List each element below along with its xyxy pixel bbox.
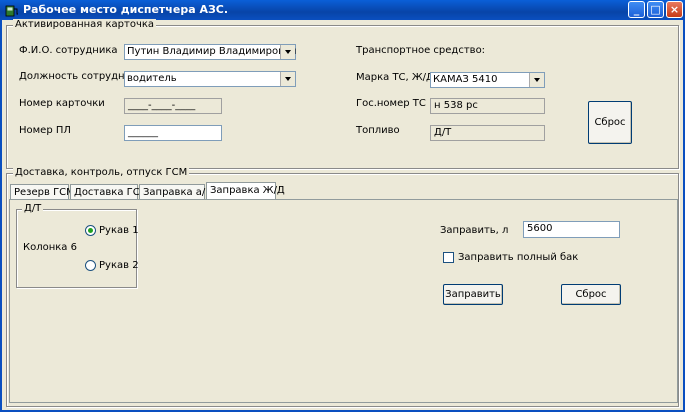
plate-label: Гос.номер ТС [356,98,426,109]
chevron-down-icon[interactable] [280,72,295,86]
tab-delivery[interactable]: Доставка ГСМ [70,184,148,200]
card-number-label: Номер карточки [19,98,105,109]
vehicle-brand-value: КАМАЗ 5410 [433,74,498,85]
maximize-icon: □ [650,3,661,16]
column-label: Колонка 6 [23,242,77,253]
employee-name-select[interactable]: Путин Владимир Владимирович [124,44,296,60]
window-title: Рабочее место диспетчера АЗС. [23,3,229,16]
title-bar: Рабочее место диспетчера АЗС. _ □ × [0,0,685,20]
chevron-down-icon[interactable] [529,73,544,87]
close-button[interactable]: × [666,1,683,18]
position-select[interactable]: водитель [124,71,296,87]
delivery-reset-button[interactable]: Сброс [561,284,621,305]
plate-field[interactable]: н 538 рс [430,98,545,114]
fuel-label: Топливо [356,125,400,136]
card-number-field[interactable]: ____-____-____ [124,98,222,114]
chevron-down-icon[interactable] [280,45,295,59]
close-icon: × [669,3,680,16]
employee-name-value: Путин Владимир Владимирович [127,46,297,57]
fuel-type-title: Д/Т [22,203,44,214]
activated-card-title: Активированная карточка [13,19,157,30]
hose1-label[interactable]: Рукав 1 [99,225,139,236]
full-tank-checkbox[interactable] [443,252,454,263]
full-tank-label[interactable]: Заправить полный бак [458,252,578,263]
hose2-label[interactable]: Рукав 2 [99,260,139,271]
maximize-button[interactable]: □ [647,1,664,18]
fuel-field[interactable]: Д/Т [430,125,545,141]
refuel-amount-label: Заправить, л [440,225,509,236]
refuel-amount-input[interactable]: 5600 [523,221,620,238]
vehicle-brand-label: Марка ТС, Ж/Д [356,72,434,83]
tab-rail-refuel[interactable]: Заправка Ж/Д [206,182,285,200]
pl-number-label: Номер ПЛ [19,125,71,136]
position-value: водитель [127,73,177,84]
pl-number-field[interactable]: ______ [124,125,222,141]
card-reset-button[interactable]: Сброс [588,101,632,144]
app-icon [5,5,18,17]
refuel-button[interactable]: Заправить [443,284,503,305]
employee-name-label: Ф.И.О. сотрудника [19,45,118,56]
minimize-icon: _ [633,3,640,16]
vehicle-header: Транспортное средство: [356,45,486,56]
hose2-radio[interactable] [85,260,96,271]
hose1-radio[interactable] [85,225,96,236]
delivery-title: Доставка, контроль, отпуск ГСМ [13,167,190,178]
tab-reserve[interactable]: Резерв ГСМ [10,184,75,200]
tab-car-refuel[interactable]: Заправка а/м [139,184,213,200]
vehicle-brand-select[interactable]: КАМАЗ 5410 [430,72,545,88]
minimize-button[interactable]: _ [628,1,645,18]
